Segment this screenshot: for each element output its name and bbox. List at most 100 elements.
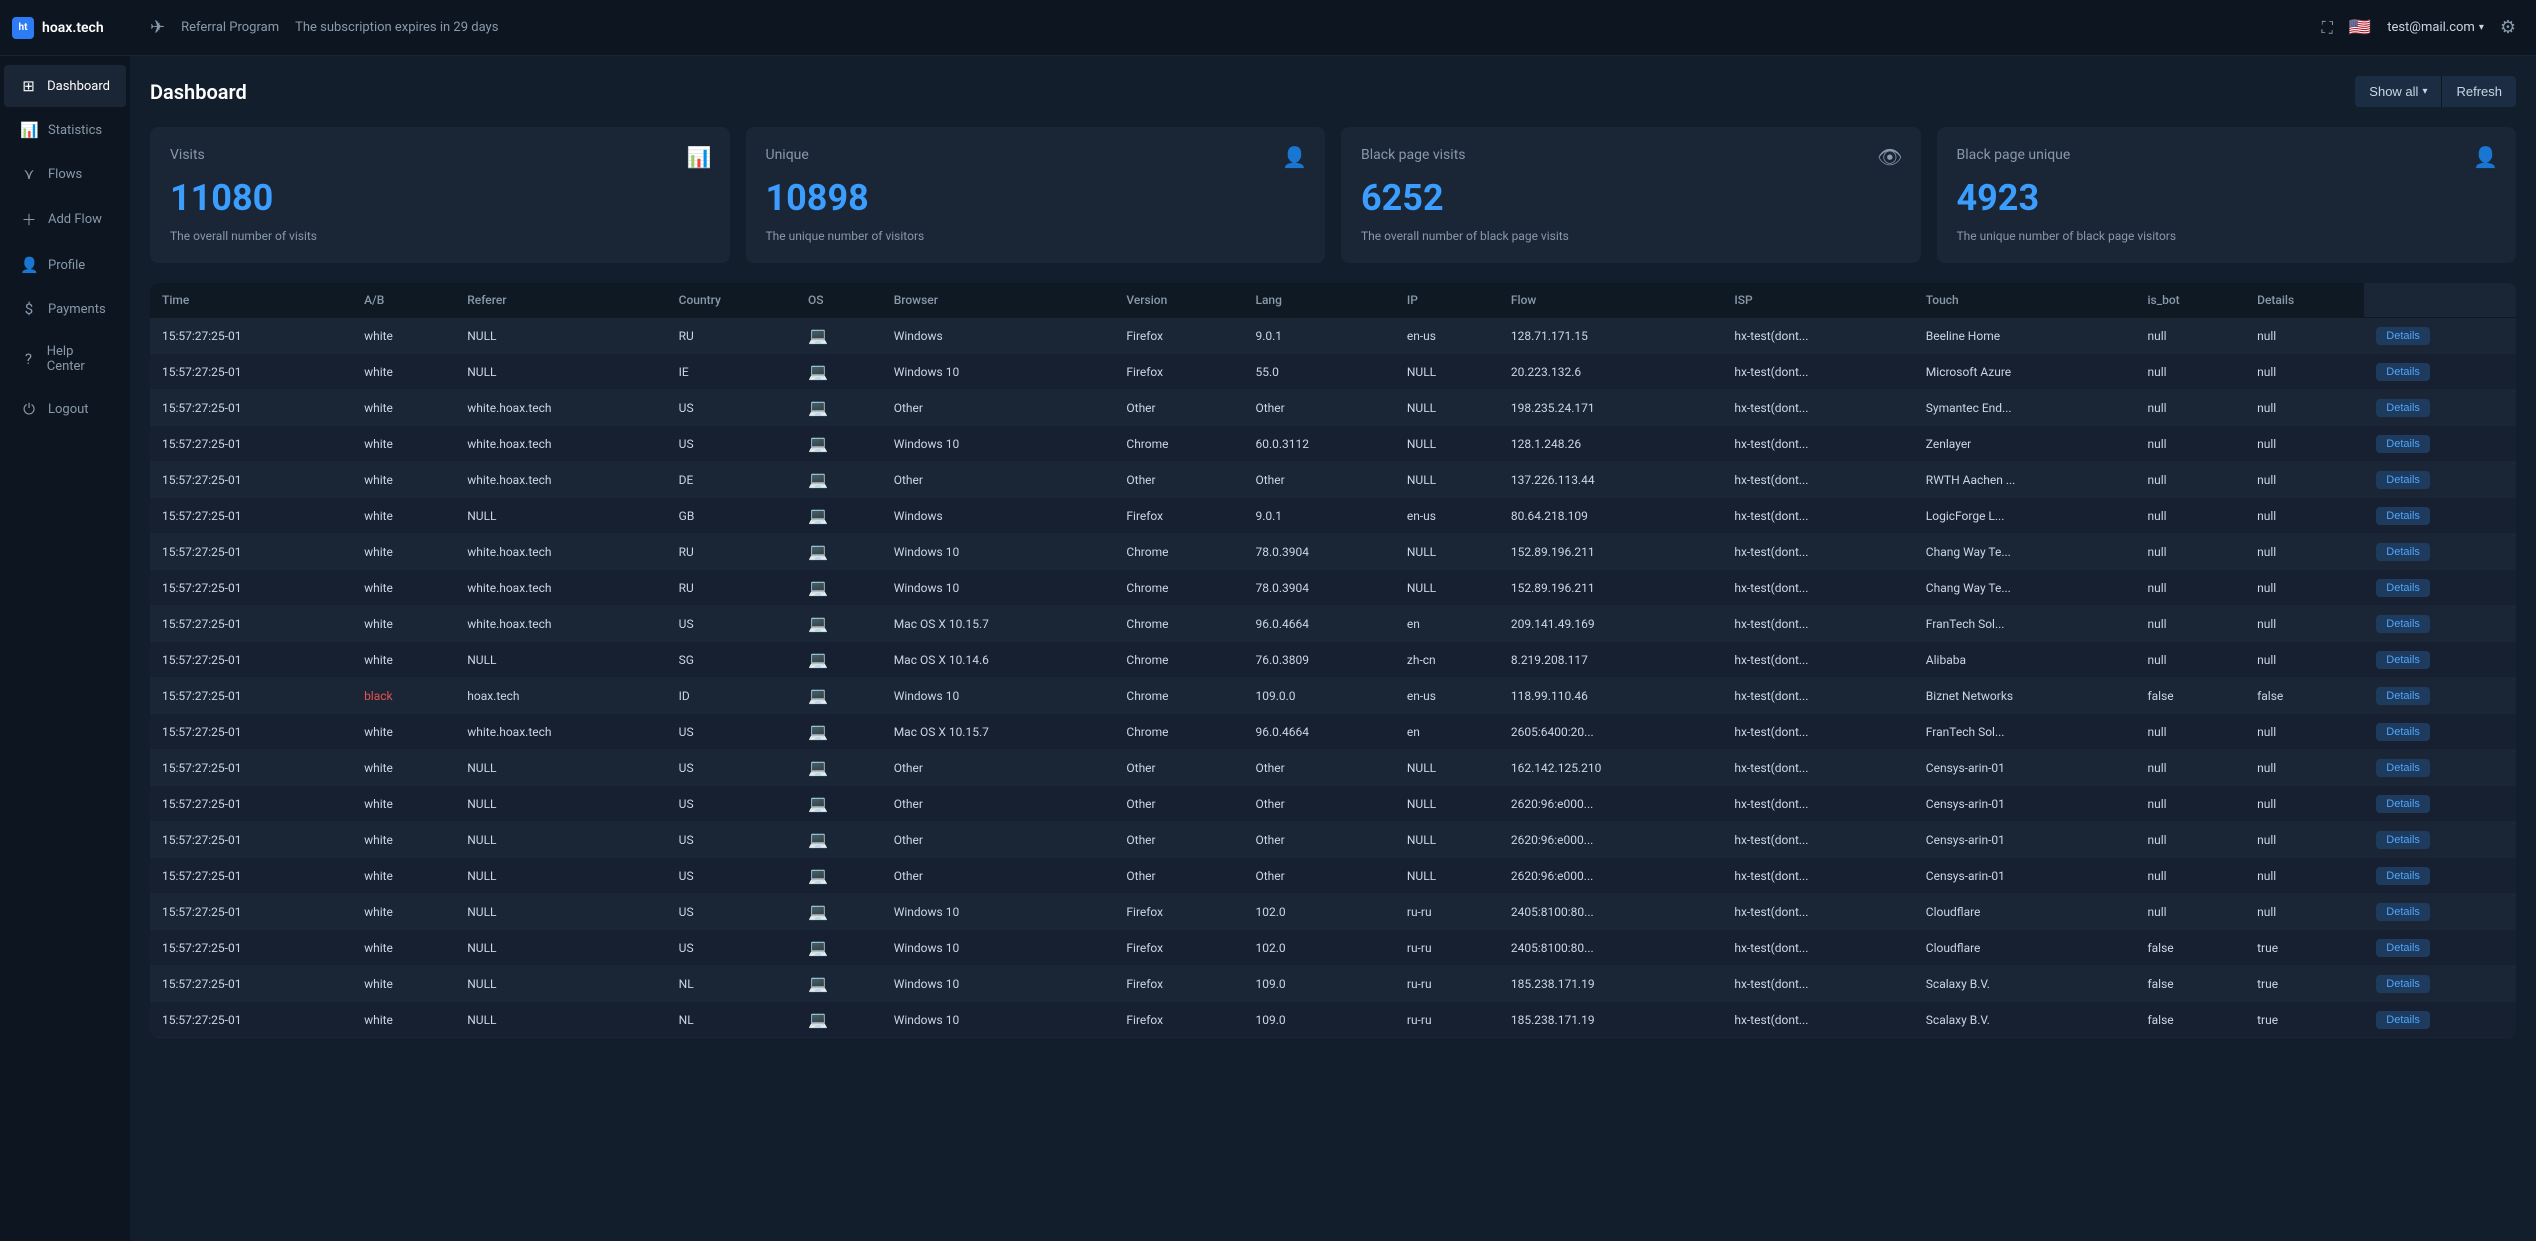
cell-6: Firefox — [1114, 498, 1243, 534]
details-cell[interactable]: Details — [2364, 786, 2516, 822]
cell-8: NULL — [1395, 858, 1499, 894]
ab-cell: white — [352, 858, 455, 894]
stats-grid: Visits 11080 The overall number of visit… — [150, 127, 2516, 263]
cell-10: hx-test(dont... — [1722, 786, 1913, 822]
details-cell[interactable]: Details — [2364, 642, 2516, 678]
cell-5: Other — [882, 786, 1115, 822]
show-all-button[interactable]: Show all ▾ — [2355, 76, 2441, 107]
details-cell[interactable]: Details — [2364, 822, 2516, 858]
details-cell[interactable]: Details — [2364, 858, 2516, 894]
expand-icon[interactable]: ⛶ — [2322, 18, 2333, 38]
cell-11: Zenlayer — [1914, 426, 2136, 462]
cell-9: 137.226.113.44 — [1499, 462, 1722, 498]
cell-9: 162.142.125.210 — [1499, 750, 1722, 786]
settings-icon[interactable]: ⚙ — [2500, 17, 2516, 38]
send-icon[interactable]: ✈ — [150, 17, 165, 38]
details-button[interactable]: Details — [2376, 363, 2430, 381]
cell-8: ru-ru — [1395, 1002, 1499, 1038]
details-cell[interactable]: Details — [2364, 354, 2516, 390]
details-cell[interactable]: Details — [2364, 714, 2516, 750]
details-cell[interactable]: Details — [2364, 750, 2516, 786]
refresh-button[interactable]: Refresh — [2441, 76, 2516, 107]
referral-link[interactable]: Referral Program — [181, 20, 279, 35]
details-button[interactable]: Details — [2376, 939, 2430, 957]
details-cell[interactable]: Details — [2364, 534, 2516, 570]
cell-2: NULL — [455, 750, 666, 786]
sidebar-item-logout[interactable]: ⏻Logout — [4, 388, 126, 430]
sidebar-item-statistics[interactable]: 📊Statistics — [4, 109, 126, 151]
details-button[interactable]: Details — [2376, 471, 2430, 489]
details-cell[interactable]: Details — [2364, 894, 2516, 930]
details-button[interactable]: Details — [2376, 903, 2430, 921]
details-button[interactable]: Details — [2376, 507, 2430, 525]
details-button[interactable]: Details — [2376, 615, 2430, 633]
details-button[interactable]: Details — [2376, 1011, 2430, 1029]
details-button[interactable]: Details — [2376, 867, 2430, 885]
cell-5: Other — [882, 750, 1115, 786]
cell-8: ru-ru — [1395, 966, 1499, 1002]
user-menu[interactable]: test@mail.com ▾ — [2387, 20, 2484, 35]
details-cell[interactable]: Details — [2364, 498, 2516, 534]
sidebar-item-dashboard[interactable]: ⊞Dashboard — [4, 65, 126, 107]
cell-9: 209.141.49.169 — [1499, 606, 1722, 642]
cell-12: null — [2135, 426, 2245, 462]
cell-9: 2620:96:e000... — [1499, 822, 1722, 858]
cell-3: RU — [667, 570, 796, 606]
cell-5: Mac OS X 10.15.7 — [882, 714, 1115, 750]
details-button[interactable]: Details — [2376, 723, 2430, 741]
details-cell[interactable]: Details — [2364, 570, 2516, 606]
sidebar-item-payments[interactable]: $Payments — [4, 288, 126, 330]
cell-0: 15:57:27:25-01 — [150, 570, 352, 606]
details-button[interactable]: Details — [2376, 651, 2430, 669]
details-button[interactable]: Details — [2376, 579, 2430, 597]
details-button[interactable]: Details — [2376, 543, 2430, 561]
os-icon: 💻 — [808, 758, 828, 777]
details-cell[interactable]: Details — [2364, 318, 2516, 354]
details-button[interactable]: Details — [2376, 327, 2430, 345]
details-button[interactable]: Details — [2376, 975, 2430, 993]
details-button[interactable]: Details — [2376, 831, 2430, 849]
cell-10: hx-test(dont... — [1722, 1002, 1913, 1038]
details-cell[interactable]: Details — [2364, 426, 2516, 462]
details-cell[interactable]: Details — [2364, 390, 2516, 426]
visits-table: TimeA/BRefererCountryOSBrowserVersionLan… — [150, 283, 2516, 1038]
os-icon-cell: 💻 — [796, 462, 882, 498]
cell-13: true — [2245, 930, 2364, 966]
stat-icon: 📊 — [687, 145, 712, 169]
details-cell[interactable]: Details — [2364, 966, 2516, 1002]
cell-2: white.hoax.tech — [455, 426, 666, 462]
cell-13: null — [2245, 354, 2364, 390]
details-button[interactable]: Details — [2376, 687, 2430, 705]
cell-2: white.hoax.tech — [455, 390, 666, 426]
sidebar-item-help-center[interactable]: ?Help Center — [4, 332, 126, 386]
sidebar-item-profile[interactable]: 👤Profile — [4, 244, 126, 286]
os-icon-cell: 💻 — [796, 606, 882, 642]
details-cell[interactable]: Details — [2364, 606, 2516, 642]
ab-cell: white — [352, 426, 455, 462]
cell-12: false — [2135, 930, 2245, 966]
col-time: Time — [150, 283, 352, 318]
os-icon: 💻 — [808, 1010, 828, 1029]
details-cell[interactable]: Details — [2364, 678, 2516, 714]
details-button[interactable]: Details — [2376, 795, 2430, 813]
ab-cell: white — [352, 930, 455, 966]
cell-13: null — [2245, 570, 2364, 606]
cell-11: Alibaba — [1914, 642, 2136, 678]
cell-9: 2405:8100:80... — [1499, 894, 1722, 930]
stat-card-visits: Visits 11080 The overall number of visit… — [150, 127, 730, 263]
sidebar-item-flows[interactable]: ⋎Flows — [4, 153, 126, 195]
cell-5: Windows 10 — [882, 534, 1115, 570]
cell-13: true — [2245, 966, 2364, 1002]
table-row: 15:57:27:25-01whiteNULLUS💻Windows 10Fire… — [150, 930, 2516, 966]
details-button[interactable]: Details — [2376, 759, 2430, 777]
details-cell[interactable]: Details — [2364, 462, 2516, 498]
details-button[interactable]: Details — [2376, 399, 2430, 417]
details-button[interactable]: Details — [2376, 435, 2430, 453]
cell-5: Windows 10 — [882, 1002, 1115, 1038]
cell-5: Windows 10 — [882, 354, 1115, 390]
cell-3: GB — [667, 498, 796, 534]
details-cell[interactable]: Details — [2364, 1002, 2516, 1038]
sidebar-item-add-flow[interactable]: ＋Add Flow — [4, 197, 126, 242]
stat-icon: 👁 — [1877, 145, 1902, 169]
details-cell[interactable]: Details — [2364, 930, 2516, 966]
